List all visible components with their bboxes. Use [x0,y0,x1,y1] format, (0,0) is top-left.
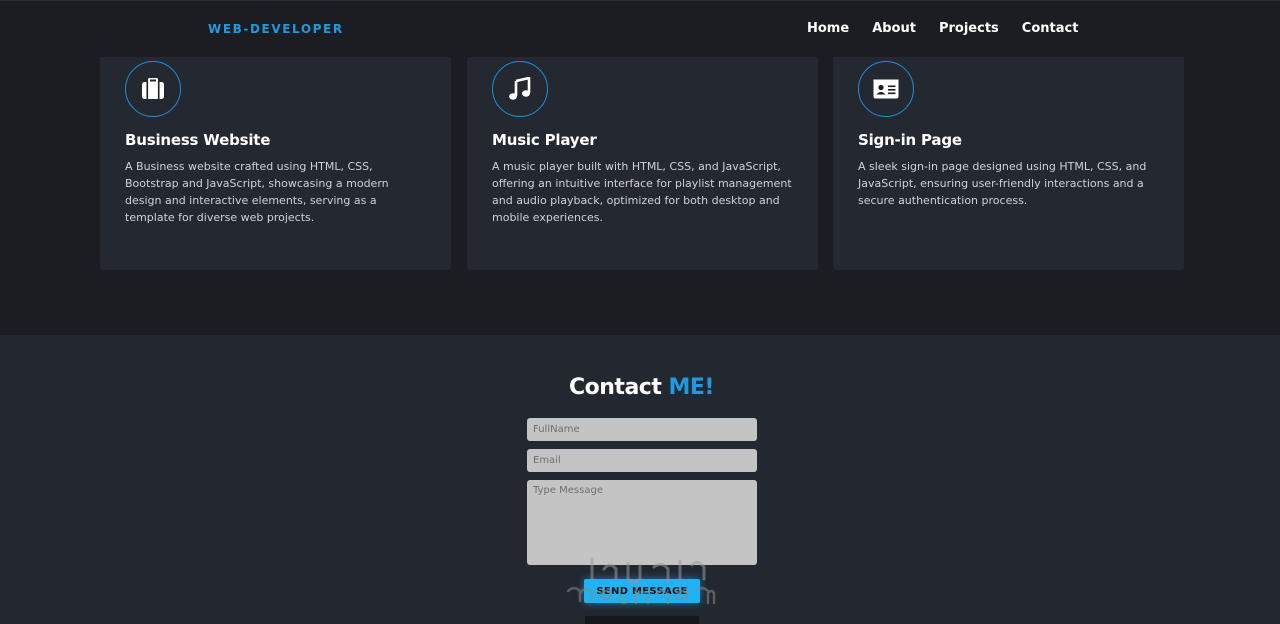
project-description: A sleek sign-in page designed using HTML… [858,160,1147,207]
contact-title-main: Contact [569,375,669,400]
nav-link-projects[interactable]: Projects [939,21,999,36]
nav-links: Home About Projects Contact [807,21,1101,36]
nav-link-home[interactable]: Home [807,21,849,36]
scroll-top-bar [585,616,699,624]
contact-section: Contact ME! SEND MESSAGE [0,335,1280,624]
project-card-business[interactable]: Business Website A Business website craf… [100,56,451,270]
project-title: Business Website [125,131,271,149]
page: Business Website A Business website craf… [0,0,1280,624]
fullname-input[interactable] [527,418,757,441]
project-description: A Business website crafted using HTML, C… [125,160,389,224]
briefcase-icon [125,61,181,117]
music-note-icon [492,61,548,117]
email-input[interactable] [527,449,757,472]
id-card-icon [858,61,914,117]
project-card-signin[interactable]: Sign-in Page A sleek sign-in page design… [833,56,1184,270]
site-logo[interactable]: WEB-DEVELOPER [208,22,344,36]
nav-link-about[interactable]: About [872,21,916,36]
message-textarea[interactable] [527,480,757,565]
project-description: A music player built with HTML, CSS, and… [492,160,792,224]
send-message-button[interactable]: SEND MESSAGE [584,579,700,603]
project-title: Sign-in Page [858,131,962,149]
nav-link-contact[interactable]: Contact [1022,21,1079,36]
project-card-music[interactable]: Music Player A music player built with H… [467,56,818,270]
navbar: WEB-DEVELOPER Home About Projects Contac… [0,0,1280,57]
contact-title-accent: ME! [668,375,715,400]
contact-title: Contact ME! [0,375,1280,400]
project-title: Music Player [492,131,597,149]
